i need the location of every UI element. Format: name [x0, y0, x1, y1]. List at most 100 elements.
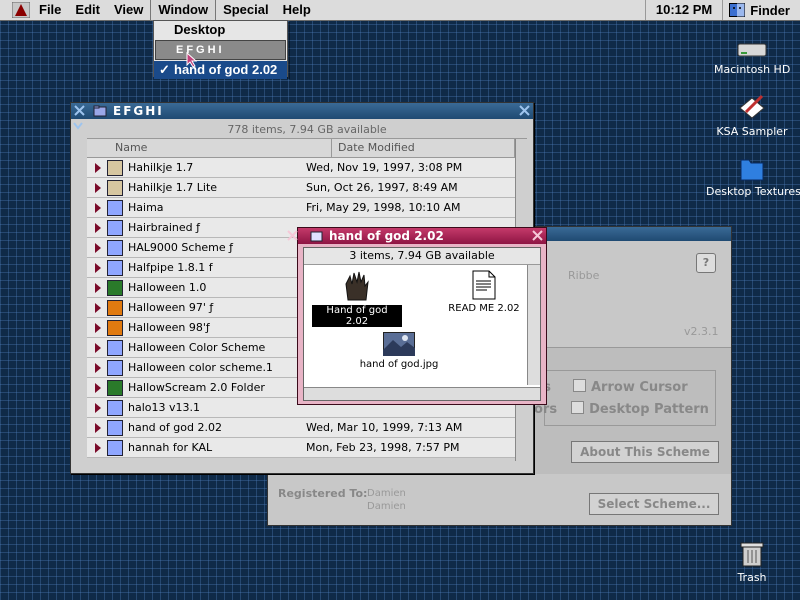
file-item-readme[interactable]: READ ME 2.02 [439, 270, 529, 314]
close-box-icon[interactable] [73, 104, 86, 117]
menu-window[interactable]: Window [150, 0, 217, 21]
help-button[interactable]: ? [696, 253, 716, 273]
hand-of-god-info-bar: 3 items, 7.94 GB available [304, 248, 540, 265]
row-name: Halloween Color Scheme [128, 341, 266, 354]
row-name: hand of god 2.02 [128, 421, 222, 434]
menu-file[interactable]: File [32, 0, 68, 20]
menu-item-efghi[interactable]: EFGHI [155, 40, 286, 60]
disclosure-triangle-icon[interactable] [95, 222, 101, 233]
registered-to-label: Registered To: [278, 487, 368, 500]
desktop-icon-label: Desktop Textures [706, 185, 800, 198]
desktop-pattern-label: Desktop Pattern [589, 402, 709, 417]
hard-disk-icon [737, 43, 767, 57]
row-name: Halloween 98'ƒ [128, 321, 210, 334]
disclosure-triangle-icon[interactable] [95, 402, 101, 413]
scheme-icon [107, 359, 123, 376]
disclosure-triangle-icon[interactable] [95, 182, 101, 193]
apple-menu-icon[interactable] [10, 1, 32, 19]
collapse-box-icon[interactable] [71, 119, 85, 137]
desktop-pattern-checkbox[interactable]: ors Desktop Pattern [534, 401, 709, 417]
disclosure-triangle-icon[interactable] [95, 362, 101, 373]
file-item-hand-of-god[interactable]: Hand of god 2.02 [312, 270, 402, 327]
disclosure-triangle-icon[interactable] [95, 162, 101, 173]
row-name: HallowScream 2.0 Folder [128, 381, 265, 394]
app-icon [107, 159, 123, 176]
scheme-icon [107, 259, 123, 276]
menu-edit[interactable]: Edit [68, 0, 107, 20]
author-fragment: Ribbe [568, 269, 600, 282]
desktop-icon-trash[interactable]: Trash [724, 538, 780, 584]
disclosure-triangle-icon[interactable] [95, 422, 101, 433]
menu-help[interactable]: Help [276, 0, 318, 20]
row-name: Hairbrained ƒ [128, 221, 200, 234]
desktop-icon-ksa-sampler[interactable]: KSA Sampler [712, 92, 792, 138]
vertical-scrollbar[interactable] [527, 265, 540, 385]
registered-name-2: Damien [367, 501, 406, 512]
hand-of-god-window-title: hand of god 2.02 [329, 229, 444, 243]
hand-of-god-window: hand of god 2.02 3 items, 7.94 GB availa… [287, 227, 547, 405]
table-row[interactable]: hand of god 2.02 Wed, Mar 10, 1999, 7:13 … [87, 418, 527, 438]
hand-of-god-titlebar[interactable]: hand of god 2.02 [287, 228, 546, 244]
column-name-header[interactable]: Name [87, 139, 332, 157]
disclosure-triangle-icon[interactable] [95, 262, 101, 273]
close-box-icon[interactable] [286, 229, 299, 242]
folder-icon [93, 105, 107, 117]
row-date: Fri, May 29, 1998, 10:10 AM [306, 201, 461, 214]
about-scheme-button[interactable]: About This Scheme [571, 441, 719, 463]
disclosure-triangle-icon[interactable] [95, 382, 101, 393]
efghi-titlebar[interactable]: EFGHI [71, 103, 533, 119]
select-scheme-button[interactable]: Select Scheme... [589, 493, 719, 515]
scheme-icon [107, 439, 123, 456]
desktop-icon-desktop-textures[interactable]: Desktop Textures [706, 154, 800, 198]
row-name: Halfpipe 1.8.1 f [128, 261, 213, 274]
horizontal-scrollbar[interactable] [304, 387, 540, 400]
table-row[interactable]: hannah for KAL Mon, Feb 23, 1998, 7:57 PM [87, 438, 527, 458]
table-row[interactable]: Hahilkje 1.7 Wed, Nov 19, 1997, 3:08 PM [87, 158, 527, 178]
zoom-box-icon[interactable] [531, 229, 544, 242]
table-row[interactable]: Hahilkje 1.7 Lite Sun, Oct 26, 1997, 8:49… [87, 178, 527, 198]
menu-item-hand-of-god[interactable]: ✓ hand of god 2.02 [154, 61, 287, 79]
disclosure-triangle-icon[interactable] [95, 302, 101, 313]
menu-special[interactable]: Special [216, 0, 276, 20]
arrow-cursor-checkbox[interactable]: nsArrow Cursor [534, 379, 688, 395]
row-name: hannah for KAL [128, 441, 213, 454]
disclosure-triangle-icon[interactable] [95, 242, 101, 253]
row-name: Haima [128, 201, 164, 214]
hand-of-god-content: 3 items, 7.94 GB available Hand of god 2… [303, 247, 541, 401]
column-date-header[interactable]: Date Modified [332, 139, 515, 157]
pumpkin-icon [107, 299, 123, 316]
row-date: Sun, Oct 26, 1997, 8:49 AM [306, 181, 458, 194]
document-icon [472, 270, 496, 300]
zoom-box-icon[interactable] [518, 104, 531, 117]
desktop-icon-label: Trash [737, 571, 767, 584]
window-menu-dropdown: Desktop EFGHI ✓ hand of god 2.02 [153, 20, 288, 79]
desktop-icon-label: Macintosh HD [714, 63, 791, 76]
row-name: Hahilkje 1.7 Lite [128, 181, 218, 194]
row-name: Halloween 97' ƒ [128, 301, 214, 314]
trash-icon [740, 542, 764, 567]
table-row[interactable]: Haima Fri, May 29, 1998, 10:10 AM [87, 198, 527, 218]
desktop-icon-macintosh-hd[interactable]: Macintosh HD [714, 40, 790, 76]
disclosure-triangle-icon[interactable] [95, 342, 101, 353]
menu-item-desktop[interactable]: Desktop [154, 21, 287, 39]
efghi-info-bar: 778 items, 7.94 GB available [87, 121, 527, 139]
finder-icon [729, 3, 746, 17]
disclosure-triangle-icon[interactable] [95, 282, 101, 293]
folder-icon [740, 159, 764, 181]
list-header: Name Date Modified [87, 139, 527, 158]
scheme-version: v2.3.1 [684, 325, 719, 338]
disclosure-triangle-icon[interactable] [95, 442, 101, 453]
scheme-icon [107, 239, 123, 256]
file-item-jpg[interactable]: hand of god.jpg [354, 332, 444, 370]
disclosure-triangle-icon[interactable] [95, 202, 101, 213]
application-menu[interactable]: Finder [723, 0, 800, 20]
disclosure-triangle-icon[interactable] [95, 322, 101, 333]
app-icon [107, 179, 123, 196]
checkmark-icon: ✓ [159, 62, 170, 77]
menubar-clock[interactable]: 10:12 PM [644, 0, 724, 20]
halloween-icon [107, 379, 123, 396]
menu-view[interactable]: View [107, 0, 150, 20]
registered-name-1: Damien [367, 488, 406, 499]
desktop-icon-label: KSA Sampler [716, 125, 788, 138]
file-label: READ ME 2.02 [448, 303, 520, 314]
